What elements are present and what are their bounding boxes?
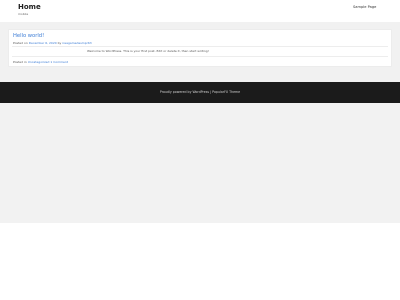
post-body: Welcome to WordPress. This is your first… (87, 49, 209, 53)
site-title[interactable]: Home (18, 3, 41, 11)
site-header: Home mobile Sample Page (0, 0, 400, 22)
post-title[interactable]: Hello world! (13, 33, 44, 39)
page-background-lower (0, 103, 400, 223)
post-meta-prefix: Posted on (13, 41, 28, 45)
post-category-link[interactable]: Uncategorized (28, 60, 50, 64)
nav-item-sample-page[interactable]: Sample Page (353, 5, 376, 9)
divider (12, 56, 388, 57)
footer-credit[interactable]: Proudly powered by WordPress | PopularFX… (0, 90, 400, 94)
divider (12, 46, 388, 47)
post-meta-by: by (57, 41, 62, 45)
post-comments-link[interactable]: 1 Comment (50, 60, 68, 64)
post-card: Hello world! Posted on December 6, 2020 … (8, 29, 392, 67)
post-author-link[interactable]: ireagamedesmpr63 (62, 41, 91, 45)
site-footer: Proudly powered by WordPress | PopularFX… (0, 82, 400, 103)
post-footer-prefix: Posted in (13, 60, 27, 64)
site-description: mobile (18, 12, 29, 16)
post-footer: Posted in Uncategorized 1 Comment (13, 60, 68, 64)
post-meta: Posted on December 6, 2020 by ireagamede… (13, 41, 92, 45)
post-date-link[interactable]: December 6, 2020 (29, 41, 57, 45)
